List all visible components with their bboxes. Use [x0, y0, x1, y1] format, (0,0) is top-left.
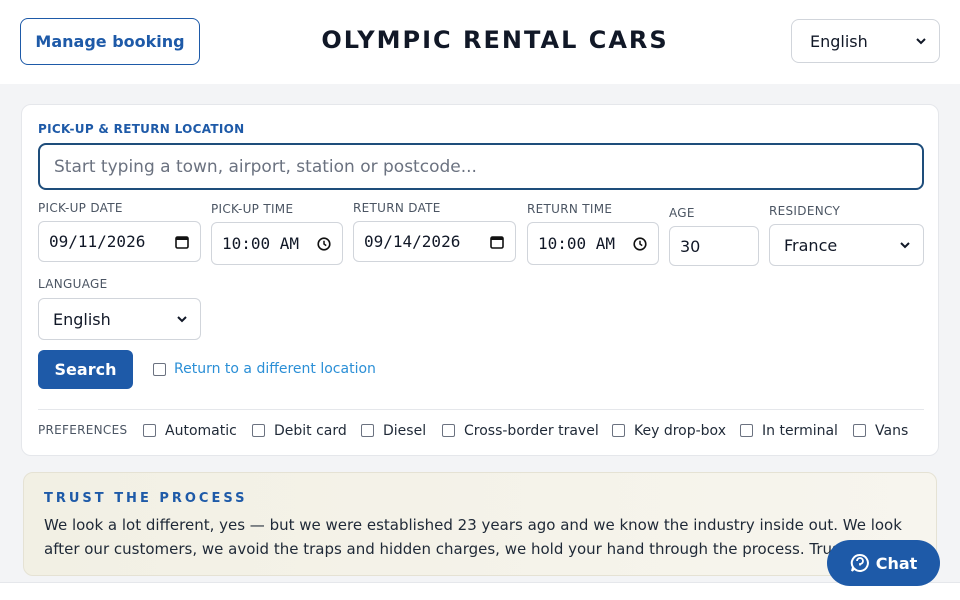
pref-label-automatic: Automatic [165, 423, 237, 439]
pref-label-debit-card: Debit card [274, 423, 347, 439]
residency-label: RESIDENCY [769, 204, 841, 218]
pref-checkbox-automatic[interactable] [143, 424, 156, 437]
pref-label-key-drop-box: Key drop-box [634, 423, 726, 439]
header-language-value: English [810, 31, 868, 51]
pickup-date-input[interactable]: 09/11/2026 [38, 221, 201, 262]
return-time-value: 10:00 AM [538, 234, 616, 253]
pickup-date-value: 09/11/2026 [49, 232, 146, 251]
language-label: LANGUAGE [38, 277, 108, 291]
footer-strip [0, 582, 960, 600]
chevron-down-icon [913, 33, 929, 49]
pref-checkbox-vans[interactable] [853, 424, 866, 437]
chevron-down-icon [897, 237, 913, 253]
pickup-date-label: PICK-UP DATE [38, 201, 123, 215]
residency-value: France [784, 235, 838, 255]
trust-section: TRUST THE PROCESS We look a lot differen… [23, 472, 937, 576]
pref-checkbox-debit-card[interactable] [252, 424, 265, 437]
preferences-label: PREFERENCES [38, 423, 128, 437]
pickup-time-input[interactable]: 10:00 AM [211, 222, 343, 265]
search-form-card: PICK-UP & RETURN LOCATION Start typing a… [21, 104, 939, 456]
residency-select[interactable]: France [769, 224, 924, 266]
chevron-down-icon [174, 311, 190, 327]
chat-button[interactable]: Chat [827, 540, 940, 586]
chat-label: Chat [875, 553, 918, 573]
calendar-icon[interactable] [174, 234, 190, 250]
return-time-label: RETURN TIME [527, 202, 613, 216]
pref-label-cross-border: Cross-border travel [464, 423, 599, 439]
pref-label-in-terminal: In terminal [762, 423, 838, 439]
trust-title: TRUST THE PROCESS [44, 491, 248, 506]
header-language-select[interactable]: English [791, 19, 940, 63]
pref-label-vans: Vans [875, 423, 909, 439]
pickup-time-value: 10:00 AM [222, 234, 300, 253]
location-label: PICK-UP & RETURN LOCATION [38, 122, 245, 136]
divider [38, 409, 924, 410]
age-value: 30 [680, 236, 701, 256]
clock-icon[interactable] [632, 236, 648, 252]
return-date-input[interactable]: 09/14/2026 [353, 221, 516, 262]
different-location-checkbox[interactable] [153, 363, 166, 376]
pickup-time-label: PICK-UP TIME [211, 202, 294, 216]
pref-checkbox-key-drop-box[interactable] [612, 424, 625, 437]
age-input[interactable]: 30 [669, 226, 759, 266]
language-value: English [53, 309, 111, 329]
different-location-link[interactable]: Return to a different location [174, 361, 376, 377]
location-placeholder: Start typing a town, airport, station or… [54, 156, 477, 177]
chat-bubble-icon [850, 553, 870, 573]
return-time-input[interactable]: 10:00 AM [527, 222, 659, 265]
search-button[interactable]: Search [38, 350, 133, 389]
age-label: AGE [669, 206, 695, 220]
clock-icon[interactable] [316, 236, 332, 252]
trust-body: We look a lot different, yes — but we we… [44, 516, 902, 558]
pref-checkbox-diesel[interactable] [361, 424, 374, 437]
pref-label-diesel: Diesel [383, 423, 427, 439]
calendar-icon[interactable] [489, 234, 505, 250]
pref-checkbox-in-terminal[interactable] [740, 424, 753, 437]
header: Manage booking OLYMPIC RENTAL CARS Engli… [0, 0, 960, 84]
return-date-label: RETURN DATE [353, 201, 441, 215]
language-select[interactable]: English [38, 298, 201, 340]
location-input[interactable]: Start typing a town, airport, station or… [38, 143, 924, 190]
return-date-value: 09/14/2026 [364, 232, 461, 251]
pref-checkbox-cross-border[interactable] [442, 424, 455, 437]
